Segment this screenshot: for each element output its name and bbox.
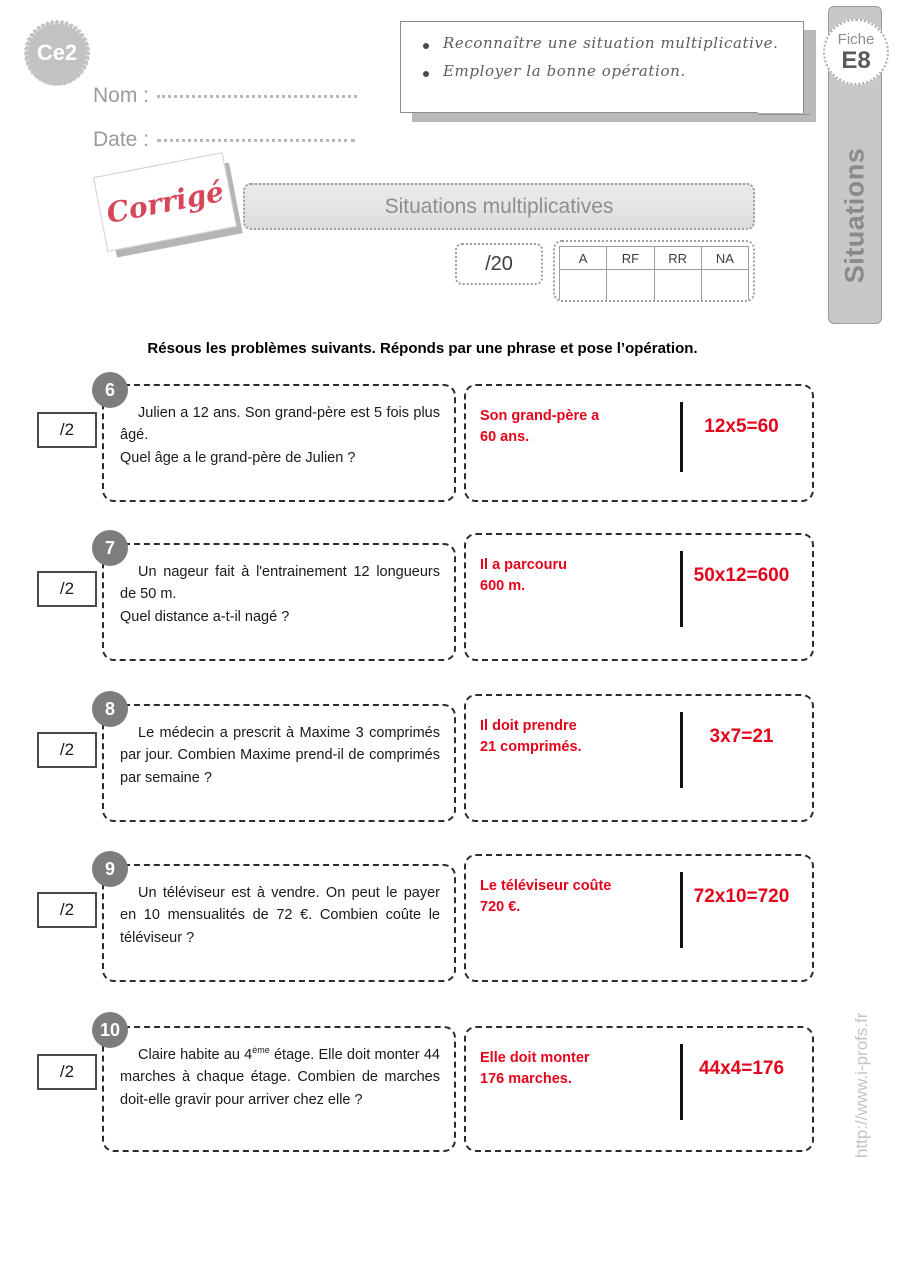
exercise-number-6: 6 — [92, 372, 128, 408]
question-line-2: Quel âge a le grand-père de Julien ? — [120, 449, 356, 466]
answer-sentence-7: Il a parcouru 600 m. — [480, 549, 676, 597]
answer-line-2: 21 comprimés. — [480, 739, 582, 756]
score-box[interactable]: /20 — [455, 243, 543, 285]
objective-item: Reconnaître une situation multiplicative… — [419, 34, 793, 52]
exercise-number-9: 9 — [92, 851, 128, 887]
answer-line-2: 60 ans. — [480, 429, 530, 446]
question-box-10: Claire habite au 4ème étage. Elle doit m… — [102, 1026, 456, 1152]
question-box-9: Un téléviseur est à vendre. On peut le p… — [102, 864, 456, 982]
answer-box-8: Il doit prendre 21 comprimés. 3x7=21 — [464, 694, 814, 822]
fiche-label: Fiche — [837, 30, 875, 48]
points-box-9[interactable]: /2 — [37, 892, 97, 928]
eval-header-a: A — [558, 246, 608, 270]
answer-line-1: Il a parcouru — [480, 557, 568, 573]
answer-box-9: Le téléviseur coûte 720 €. 72x10=720 — [464, 854, 814, 982]
bullet-icon — [423, 43, 429, 49]
answer-line-2: 176 marches. — [480, 1071, 572, 1088]
question-text-7: Un nageur fait à l'entrainement 12 longu… — [120, 561, 440, 628]
answer-box-7: Il a parcouru 600 m. 50x12=600 — [464, 533, 814, 661]
name-label: Nom : — [93, 84, 150, 107]
operation-9: 72x10=720 — [693, 886, 790, 907]
level-badge-text: Ce2 — [36, 40, 78, 65]
objective-text: Employer la bonne opération. — [443, 62, 686, 80]
corrige-label: Corrigé — [103, 174, 227, 230]
answer-line-2: 720 €. — [480, 899, 521, 916]
points-box-8[interactable]: /2 — [37, 732, 97, 768]
answer-sentence-8: Il doit prendre 21 comprimés. — [480, 710, 676, 758]
question-text-10: Claire habite au 4ème étage. Elle doit m… — [120, 1044, 440, 1111]
answer-line-1: Le téléviseur coûte — [480, 878, 612, 894]
date-input-line[interactable] — [157, 139, 356, 142]
bullet-icon — [423, 71, 429, 77]
operation-7: 50x12=600 — [693, 565, 790, 586]
eval-header-rf: RF — [606, 246, 655, 270]
name-input-line[interactable] — [157, 95, 358, 98]
objective-item: Employer la bonne opération. — [419, 62, 793, 80]
evaluation-table-wrapper: A RF RR NA — [553, 240, 755, 302]
answer-line-1: Elle doit monter — [480, 1050, 590, 1066]
points-box-10[interactable]: /2 — [37, 1054, 97, 1090]
website-url: http://www.i-profs.fr — [852, 1012, 871, 1158]
table-row — [558, 269, 750, 300]
answer-line-1: Son grand-père a — [480, 408, 600, 424]
answer-line-2: 600 m. — [480, 578, 526, 595]
eval-header-rr: RR — [653, 246, 702, 270]
level-badge: Ce2 — [22, 18, 92, 88]
instruction-text: Résous les problèmes suivants. Réponds p… — [147, 340, 698, 357]
date-field-row: Date : — [93, 128, 356, 152]
points-box-6[interactable]: /2 — [37, 412, 97, 448]
question-text-8: Le médecin a prescrit à Maxime 3 comprim… — [120, 725, 440, 786]
name-field-row: Nom : — [93, 84, 358, 108]
question-prefix: Claire habite au 4 — [138, 1047, 253, 1063]
question-line-1: Un nageur fait à l'entrainement 12 longu… — [120, 564, 440, 603]
answer-sentence-6: Son grand-père a 60 ans. — [480, 400, 676, 448]
date-label: Date : — [93, 128, 150, 151]
operation-10: 44x4=176 — [698, 1058, 785, 1079]
eval-header-na: NA — [700, 246, 750, 270]
answer-sentence-10: Elle doit monter 176 marches. — [480, 1042, 676, 1090]
operation-6: 12x5=60 — [704, 416, 779, 437]
question-box-7: Un nageur fait à l'entrainement 12 longu… — [102, 543, 456, 661]
question-text-6: Julien a 12 ans. Son grand-père est 5 fo… — [120, 402, 440, 469]
sidebar-category-label: Situations — [839, 147, 870, 283]
answer-box-10: Elle doit monter 176 marches. 44x4=176 — [464, 1026, 814, 1152]
question-text-9: Un téléviseur est à vendre. On peut le p… — [120, 882, 440, 949]
question-line-1: Julien a 12 ans. Son grand-père est 5 fo… — [120, 405, 440, 444]
fiche-badge: Fiche E8 — [823, 19, 889, 85]
corrige-stamp: Corrigé — [92, 152, 245, 263]
objectives-card: Reconnaître une situation multiplicative… — [400, 21, 804, 113]
question-box-8: Le médecin a prescrit à Maxime 3 comprim… — [102, 704, 456, 822]
answer-box-6: Son grand-père a 60 ans. 12x5=60 — [464, 384, 814, 502]
page-title: Situations multiplicatives — [384, 194, 614, 218]
question-line-2: Quel distance a-t-il nagé ? — [120, 608, 290, 625]
ordinal-suffix: ème — [252, 1045, 270, 1056]
worksheet-title-bar: Situations multiplicatives — [243, 183, 755, 230]
exercise-number-10: 10 — [92, 1012, 128, 1048]
answer-line-1: Il doit prendre — [480, 718, 577, 734]
evaluation-table: A RF RR NA — [558, 246, 750, 300]
answer-sentence-9: Le téléviseur coûte 720 €. — [480, 870, 676, 918]
exercise-number-7: 7 — [92, 530, 128, 566]
eval-cell-rf[interactable] — [606, 269, 655, 300]
fiche-code: E8 — [841, 46, 871, 74]
eval-cell-rr[interactable] — [653, 269, 702, 300]
exercise-number-8: 8 — [92, 691, 128, 727]
operation-8: 3x7=21 — [709, 726, 774, 747]
eval-cell-a[interactable] — [558, 269, 608, 300]
objective-text: Reconnaître une situation multiplicative… — [443, 34, 779, 52]
table-header-row: A RF RR NA — [558, 246, 750, 270]
question-box-6: Julien a 12 ans. Son grand-père est 5 fo… — [102, 384, 456, 502]
eval-cell-na[interactable] — [700, 269, 750, 300]
points-box-7[interactable]: /2 — [37, 571, 97, 607]
